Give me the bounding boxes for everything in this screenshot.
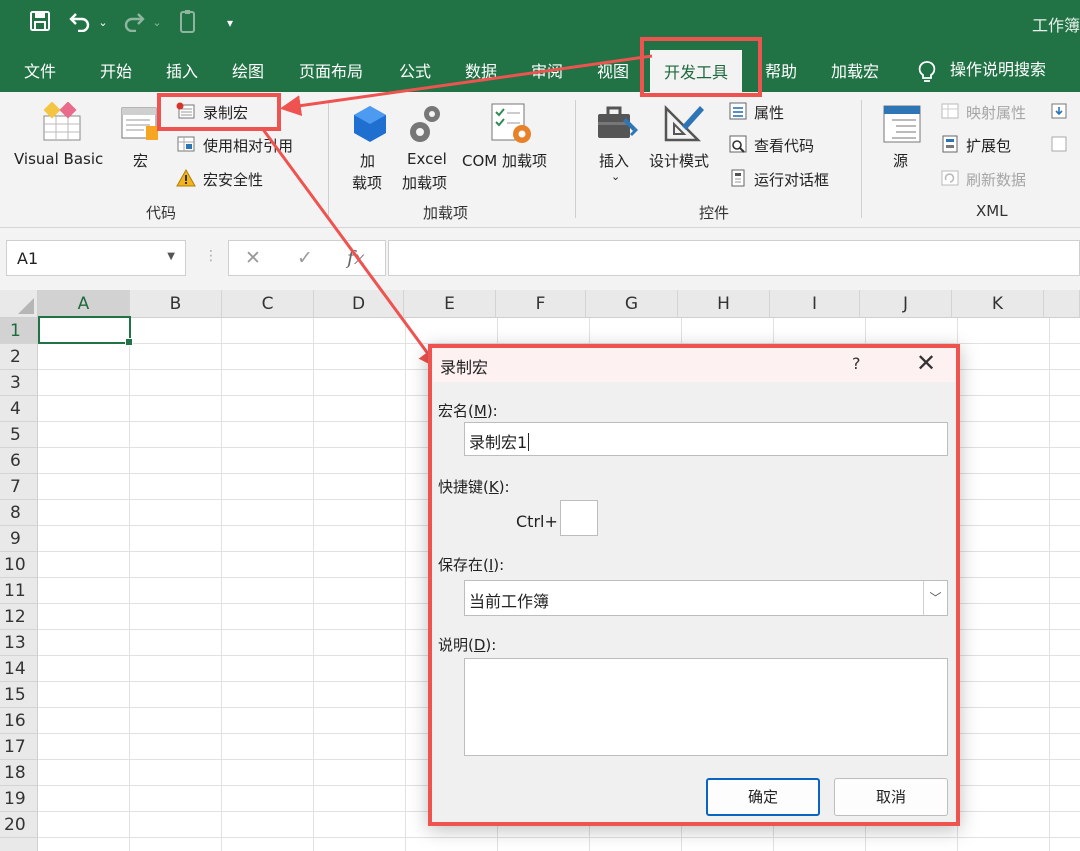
description-label: 说明(D): bbox=[438, 636, 497, 654]
ok-button[interactable]: 确定 bbox=[706, 778, 820, 816]
cancel-button[interactable]: 取消 bbox=[834, 778, 948, 816]
shortcut-key-label: 快捷键(K): bbox=[438, 478, 510, 496]
arrow-to-record-macro bbox=[279, 54, 653, 117]
chevron-down-icon[interactable]: ﹀ bbox=[923, 581, 947, 615]
text-caret bbox=[528, 433, 530, 451]
ctrl-prefix-label: Ctrl+ bbox=[516, 512, 558, 531]
arrow-to-dialog bbox=[260, 127, 440, 370]
store-macro-select[interactable]: 当前工作簿 ﹀ bbox=[464, 580, 948, 616]
close-icon[interactable]: ✕ bbox=[916, 349, 936, 377]
dialog-title-bar[interactable]: 录制宏 ? ✕ bbox=[432, 348, 956, 382]
dialog-title: 录制宏 bbox=[440, 358, 489, 377]
macro-name-value: 录制宏1 bbox=[469, 433, 528, 452]
help-icon[interactable]: ? bbox=[852, 354, 861, 373]
store-macro-value: 当前工作簿 bbox=[469, 592, 550, 611]
description-textarea[interactable] bbox=[464, 658, 948, 756]
store-macro-label: 保存在(I): bbox=[438, 556, 505, 574]
record-macro-dialog: 录制宏 ? ✕ 宏名(M): 录制宏1 快捷键(K): Ctrl+ 保存在(I)… bbox=[428, 344, 960, 826]
macro-name-input[interactable]: 录制宏1 bbox=[464, 422, 948, 456]
shortcut-key-input[interactable] bbox=[560, 500, 598, 536]
macro-name-label: 宏名(M): bbox=[438, 402, 498, 420]
